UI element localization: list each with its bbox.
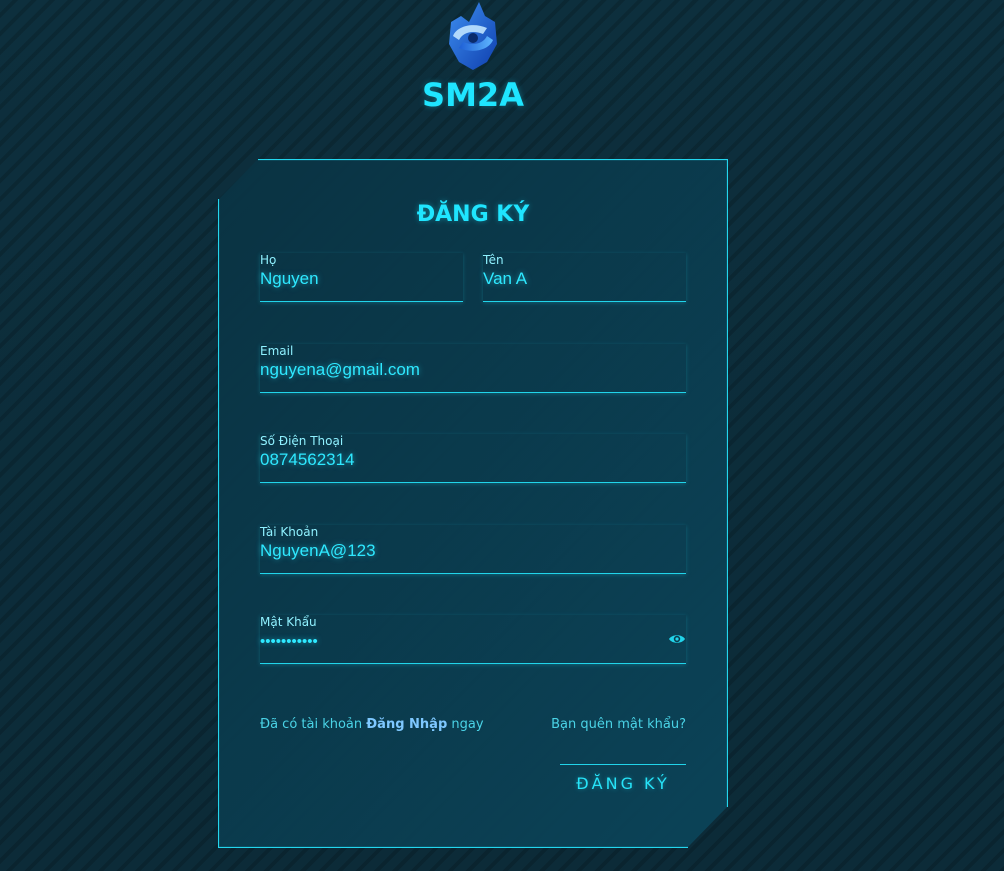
register-card: ĐĂNG KÝ Họ Nguyen Tên Van A Email nguyen…: [218, 159, 728, 848]
first-name-label: Tên: [483, 253, 504, 267]
sm2a-logo-icon: [449, 2, 497, 70]
forgot-password-link[interactable]: Bạn quên mật khẩu?: [551, 717, 686, 732]
password-field[interactable]: Mật Khẩu •••••••••••: [260, 615, 686, 664]
have-account-suffix: ngay: [451, 717, 484, 732]
first-name-field[interactable]: Tên Van A: [483, 253, 686, 302]
email-field[interactable]: Email nguyena@gmail.com: [260, 344, 686, 393]
have-account-text: Đã có tài khoản Đăng Nhập ngay: [260, 717, 484, 732]
username-field[interactable]: Tài Khoản NguyenA@123: [260, 525, 686, 574]
email-input[interactable]: nguyena@gmail.com: [260, 360, 686, 380]
register-button[interactable]: ĐĂNG KÝ: [560, 764, 686, 807]
username-input[interactable]: NguyenA@123: [260, 541, 686, 561]
phone-input[interactable]: 0874562314: [260, 450, 686, 470]
first-name-input[interactable]: Van A: [483, 269, 686, 289]
have-account-prefix: Đã có tài khoản: [260, 717, 363, 732]
form-title: ĐĂNG KÝ: [416, 202, 530, 227]
phone-field[interactable]: Số Điện Thoại 0874562314: [260, 434, 686, 483]
last-name-input[interactable]: Nguyen: [260, 269, 463, 289]
login-link[interactable]: Đăng Nhập: [366, 717, 447, 732]
email-label: Email: [260, 344, 294, 358]
last-name-label: Họ: [260, 253, 277, 267]
eye-icon[interactable]: [668, 632, 686, 646]
password-input[interactable]: •••••••••••: [260, 633, 686, 650]
phone-label: Số Điện Thoại: [260, 434, 344, 448]
last-name-field[interactable]: Họ Nguyen: [260, 253, 463, 302]
brand-name: SM2A: [422, 76, 524, 114]
password-label: Mật Khẩu: [260, 615, 317, 629]
brand-header: SM2A: [0, 0, 946, 112]
username-label: Tài Khoản: [260, 525, 319, 539]
